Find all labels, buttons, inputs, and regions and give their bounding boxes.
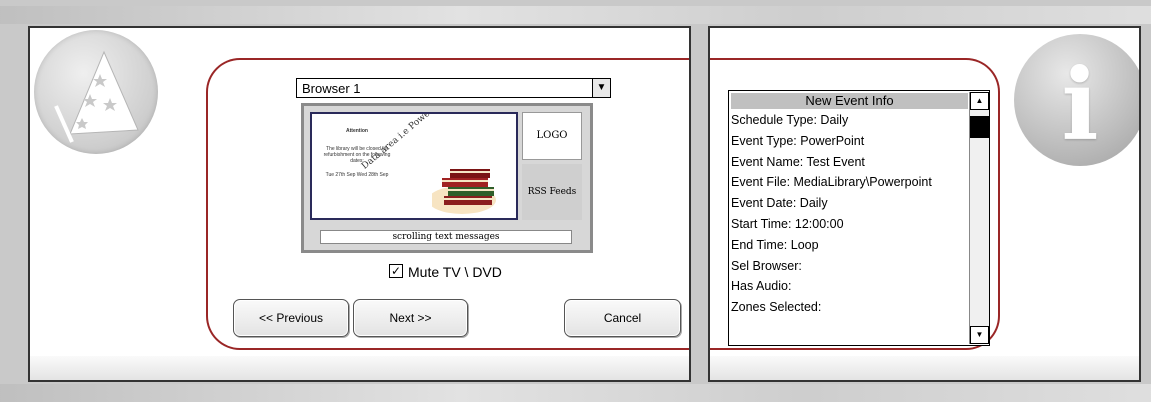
list-item[interactable]: Event Type: PowerPoint [731, 131, 967, 152]
list-item[interactable]: Event Date: Daily [731, 193, 967, 214]
list-item[interactable]: Has Audio: [731, 276, 967, 297]
list-item[interactable]: Sel Browser: [731, 256, 967, 277]
next-button[interactable]: Next >> [353, 299, 468, 337]
wizard-panel: Browser 1 ▼ Attention The library will b… [28, 26, 691, 382]
list-item[interactable]: End Time: Loop [731, 235, 967, 256]
list-item[interactable]: Event File: MediaLibrary\Powerpoint [731, 172, 967, 193]
event-info-list[interactable]: New Event Info Schedule Type: Daily Even… [728, 90, 990, 346]
wizard-hat-icon [34, 30, 158, 154]
books-icon [432, 169, 496, 214]
info-panel: i New Event Info Schedule Type: Daily Ev… [708, 26, 1141, 382]
list-item[interactable]: Schedule Type: Daily [731, 110, 967, 131]
mute-label: Mute TV \ DVD [408, 264, 502, 280]
mute-checkbox[interactable]: ✓ [389, 264, 403, 278]
logo-zone: LOGO [522, 112, 582, 160]
ticker-zone: scrolling text messages [320, 230, 572, 244]
list-rows: Schedule Type: Daily Event Type: PowerPo… [731, 110, 967, 318]
chevron-down-icon[interactable]: ▼ [592, 79, 610, 97]
rss-zone: RSS Feeds [522, 164, 582, 220]
scroll-up-icon[interactable]: ▲ [970, 92, 989, 110]
scroll-down-icon[interactable]: ▼ [970, 326, 989, 344]
list-item[interactable]: Start Time: 12:00:00 [731, 214, 967, 235]
list-item[interactable]: Zones Selected: [731, 297, 967, 318]
info-icon: i [1014, 34, 1139, 166]
scroll-thumb[interactable] [970, 116, 989, 138]
background-streak [0, 6, 1151, 24]
layout-preview: Attention The library will be closed for… [301, 103, 593, 253]
list-item[interactable]: Event Name: Test Event [731, 152, 967, 173]
cancel-button[interactable]: Cancel [564, 299, 681, 337]
background-streak [0, 384, 1151, 402]
data-area: Attention The library will be closed for… [310, 112, 518, 220]
list-header: New Event Info [731, 93, 968, 109]
browser-select[interactable]: Browser 1 ▼ [296, 78, 611, 98]
dates-text: Tue 27th Sep Wed 28th Sep [325, 172, 389, 178]
list-scrollbar[interactable]: ▲ ▼ [969, 92, 989, 344]
attention-text: Attention [346, 128, 368, 134]
previous-button[interactable]: << Previous [233, 299, 349, 337]
browser-select-value: Browser 1 [302, 81, 361, 96]
info-glyph: i [1061, 48, 1099, 163]
